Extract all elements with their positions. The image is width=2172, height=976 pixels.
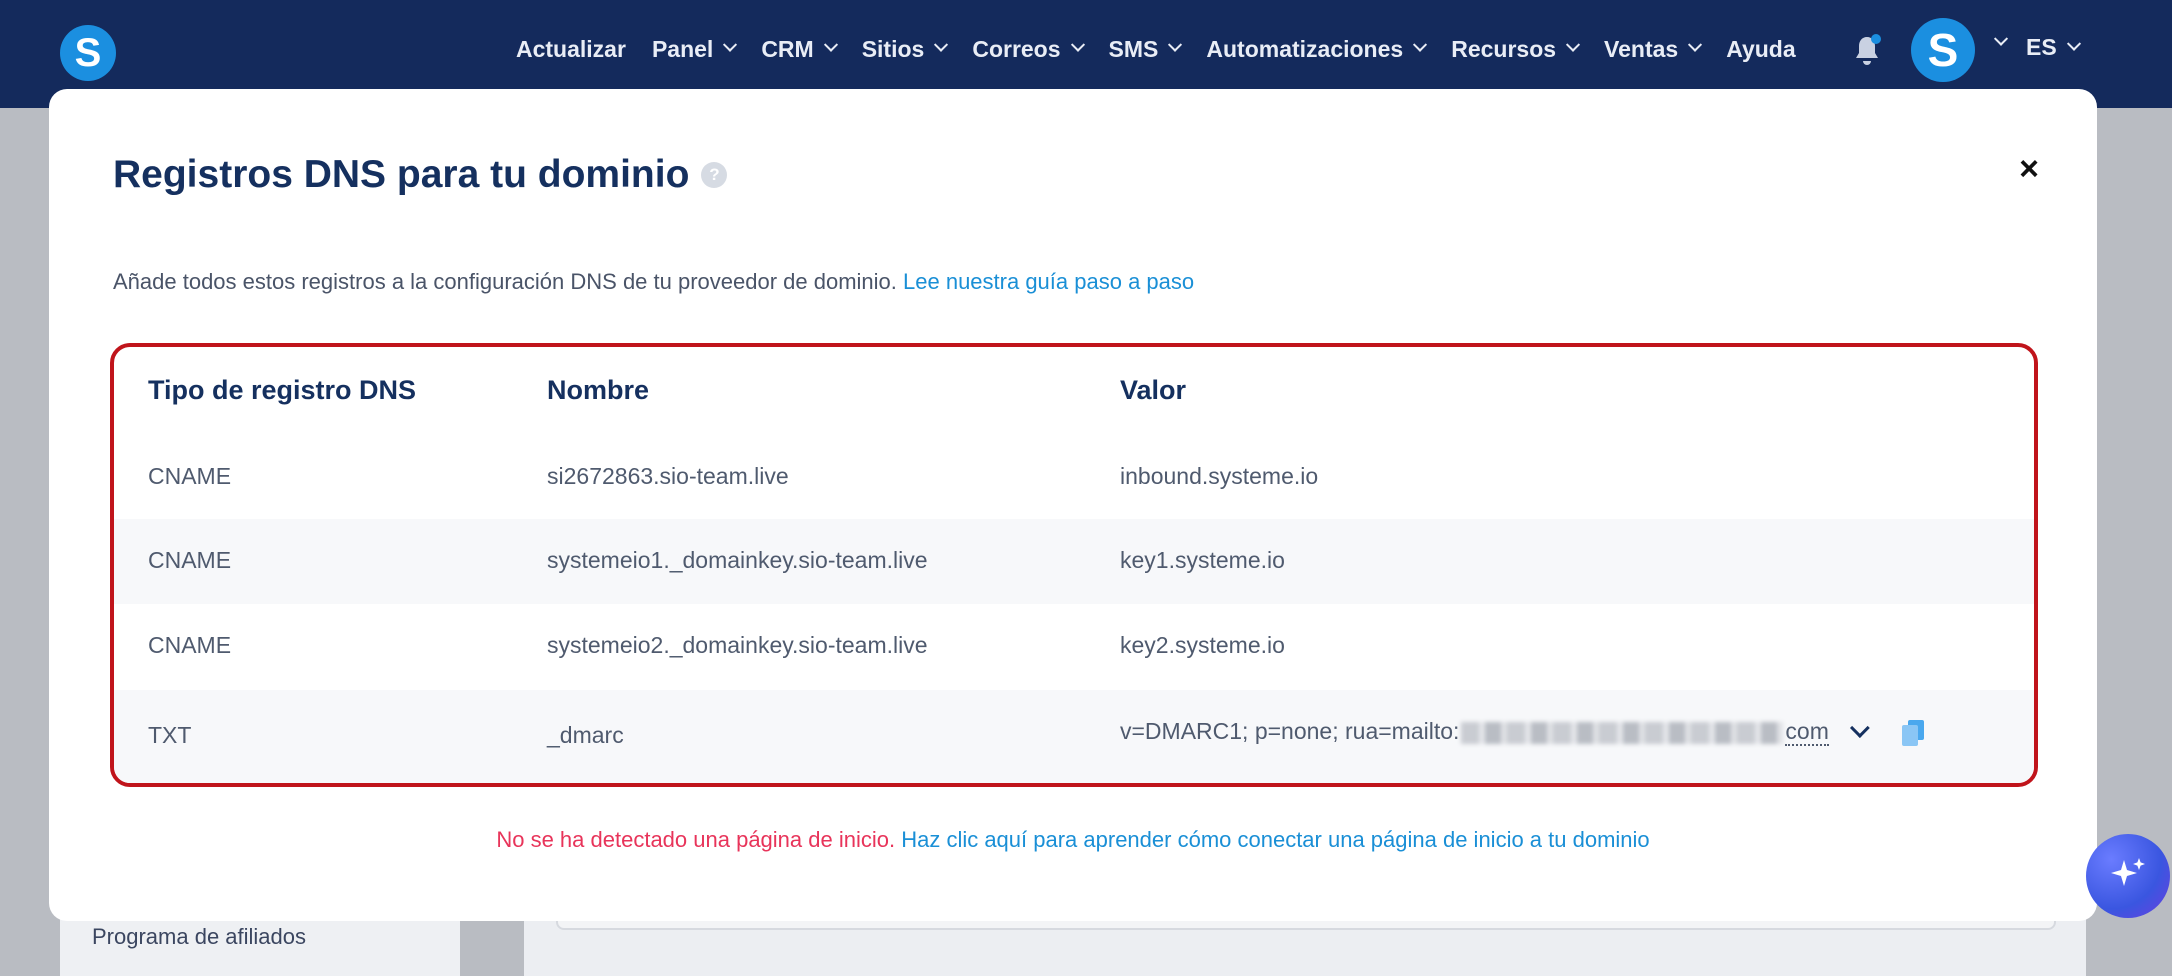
chevron-down-icon xyxy=(823,37,838,52)
modal-title: Registros DNS para tu dominio ? xyxy=(113,153,728,197)
column-header-type: Tipo de registro DNS xyxy=(148,375,417,405)
nav-item-panel[interactable]: Panel xyxy=(652,36,738,63)
nav-item-sitios[interactable]: Sitios xyxy=(862,36,949,63)
chevron-down-icon xyxy=(1413,37,1428,52)
intro-text: Añade todos estos registros a la configu… xyxy=(113,269,1195,294)
dns-records-table: Tipo de registro DNS Nombre Valor CNAME … xyxy=(110,343,2038,787)
chevron-down-icon xyxy=(1688,37,1703,52)
warning-text: No se ha detectado una página de inicio. xyxy=(496,827,902,852)
homepage-warning: No se ha detectado una página de inicio.… xyxy=(49,827,2097,853)
chevron-down-icon xyxy=(2066,36,2081,51)
chevron-down-icon[interactable] xyxy=(1993,31,2009,46)
chevron-down-icon xyxy=(723,37,738,52)
help-icon[interactable]: ? xyxy=(701,162,728,188)
nav-item-ayuda[interactable]: Ayuda xyxy=(1726,36,1795,63)
nav-item-crm[interactable]: CRM xyxy=(761,36,838,63)
language-selector[interactable]: ES xyxy=(2026,34,2081,61)
column-header-name: Nombre xyxy=(547,375,650,405)
nav-item-ventas[interactable]: Ventas xyxy=(1604,36,1703,63)
nav-item-automatizaciones[interactable]: Automatizaciones xyxy=(1206,36,1428,63)
sparkle-icon xyxy=(2111,858,2145,886)
nav-item-recursos[interactable]: Recursos xyxy=(1451,36,1581,63)
nav-item-correos[interactable]: Correos xyxy=(972,36,1085,63)
notification-bell-icon[interactable] xyxy=(1852,34,1882,68)
table-header-row: Tipo de registro DNS Nombre Valor xyxy=(114,347,2034,433)
chevron-down-icon xyxy=(1070,37,1085,52)
ai-assistant-button[interactable] xyxy=(2086,834,2170,918)
nav-item-sms[interactable]: SMS xyxy=(1109,36,1183,63)
dns-records-modal: Registros DNS para tu dominio ? × Añade … xyxy=(49,89,2097,921)
redacted-email xyxy=(1461,721,1784,744)
table-row: CNAME si2672863.sio-team.live inbound.sy… xyxy=(148,463,1319,489)
step-by-step-guide-link[interactable]: Lee nuestra guía paso a paso xyxy=(903,269,1194,294)
close-icon[interactable]: × xyxy=(2009,149,2049,189)
copy-icon[interactable] xyxy=(1901,719,1924,746)
table-row: TXT _dmarc v=DMARC1; p=none; rua=mailto:… xyxy=(114,690,2034,783)
table-row: CNAME systemeio1._domainkey.sio-team.liv… xyxy=(114,519,2034,604)
connect-homepage-link[interactable]: Haz clic aquí para aprender cómo conecta… xyxy=(901,827,1649,852)
sidebar-item-programa-afiliados[interactable]: Programa de afiliados xyxy=(92,924,306,950)
chevron-down-icon xyxy=(1168,37,1183,52)
nav-item-actualizar[interactable]: Actualizar xyxy=(516,36,626,63)
column-header-value: Valor xyxy=(1120,375,1187,405)
brand-logo[interactable]: S xyxy=(60,25,116,81)
user-avatar[interactable]: S xyxy=(1911,18,1975,82)
chevron-down-icon xyxy=(934,37,949,52)
dmarc-value: v=DMARC1; p=none; rua=mailto: com xyxy=(1120,718,1924,746)
nav-menu: Actualizar Panel CRM Sitios Correos SMS … xyxy=(516,0,1822,98)
table-row: CNAME systemeio2._domainkey.sio-team.liv… xyxy=(148,632,1285,658)
chevron-down-icon xyxy=(1565,37,1581,52)
chevron-down-icon[interactable] xyxy=(1850,718,1871,738)
